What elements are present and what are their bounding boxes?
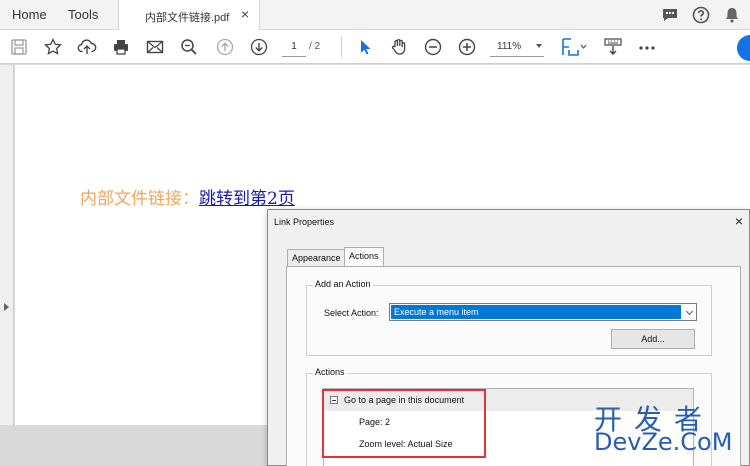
tab-appearance[interactable]: Appearance <box>287 249 346 266</box>
menu-home[interactable]: Home <box>12 7 47 22</box>
actions-group-label: Actions <box>313 367 347 377</box>
hand-tool-icon[interactable] <box>389 37 409 57</box>
zoom-in-icon[interactable] <box>457 37 477 57</box>
bell-icon[interactable] <box>722 5 742 25</box>
more-icon[interactable] <box>637 37 657 57</box>
email-icon[interactable] <box>145 37 165 57</box>
scroll-mode-icon[interactable] <box>603 37 623 57</box>
print-icon[interactable] <box>111 37 131 57</box>
add-action-button[interactable]: Add... <box>611 329 695 349</box>
select-arrow-icon[interactable] <box>355 37 375 57</box>
dialog-close-button[interactable]: × <box>735 213 743 229</box>
zoom-select[interactable]: 111% <box>490 37 544 57</box>
page-total: / 2 <box>309 41 321 52</box>
chevron-down-icon <box>536 44 542 48</box>
page-number-input[interactable]: 1 <box>282 37 306 57</box>
select-action-label: Select Action: <box>324 308 379 318</box>
select-action-dropdown[interactable]: Execute a menu item <box>389 303 697 321</box>
tab-bar: Home Tools 内部文件链接.pdf × <box>0 0 750 31</box>
document-internal-link[interactable]: 跳转到第2页 <box>199 189 295 209</box>
highlight-annotation-box <box>322 389 486 458</box>
tab-actions[interactable]: Actions <box>344 247 384 266</box>
expand-panel-icon[interactable] <box>4 303 9 311</box>
left-navigation-rail[interactable] <box>0 65 14 425</box>
page-down-icon[interactable] <box>249 37 269 57</box>
toolbar-divider <box>341 36 342 58</box>
comment-icon[interactable] <box>660 5 680 25</box>
document-tab-title: 内部文件链接.pdf <box>145 12 230 24</box>
search-zoom-icon[interactable] <box>179 37 199 57</box>
document-link-label: 内部文件链接： <box>80 189 199 209</box>
document-tab[interactable]: 内部文件链接.pdf × <box>118 0 260 31</box>
document-tab-close-button[interactable]: × <box>241 6 249 22</box>
menu-tools[interactable]: Tools <box>68 7 98 22</box>
document-text-line: 内部文件链接：跳转到第2页 <box>80 184 295 209</box>
save-icon[interactable] <box>9 37 29 57</box>
chevron-down-icon <box>685 307 694 316</box>
watermark: 开发者 DevZe.CoM <box>590 398 750 464</box>
select-action-value: Execute a menu item <box>391 305 681 319</box>
help-icon[interactable] <box>691 5 711 25</box>
fit-page-icon[interactable] <box>560 37 588 57</box>
zoom-out-icon[interactable] <box>423 37 443 57</box>
upload-icon[interactable] <box>77 37 97 57</box>
watermark-english: DevZe.CoM <box>594 428 733 456</box>
bookmark-star-icon[interactable] <box>43 37 63 57</box>
dialog-title: Link Properties <box>274 217 335 227</box>
add-action-group: Add an Action Select Action: Execute a m… <box>306 279 712 356</box>
page-up-icon[interactable] <box>215 37 235 57</box>
toolbar: 1 / 2 111% <box>0 30 750 64</box>
add-action-group-label: Add an Action <box>313 279 373 289</box>
zoom-value: 111% <box>497 41 522 52</box>
